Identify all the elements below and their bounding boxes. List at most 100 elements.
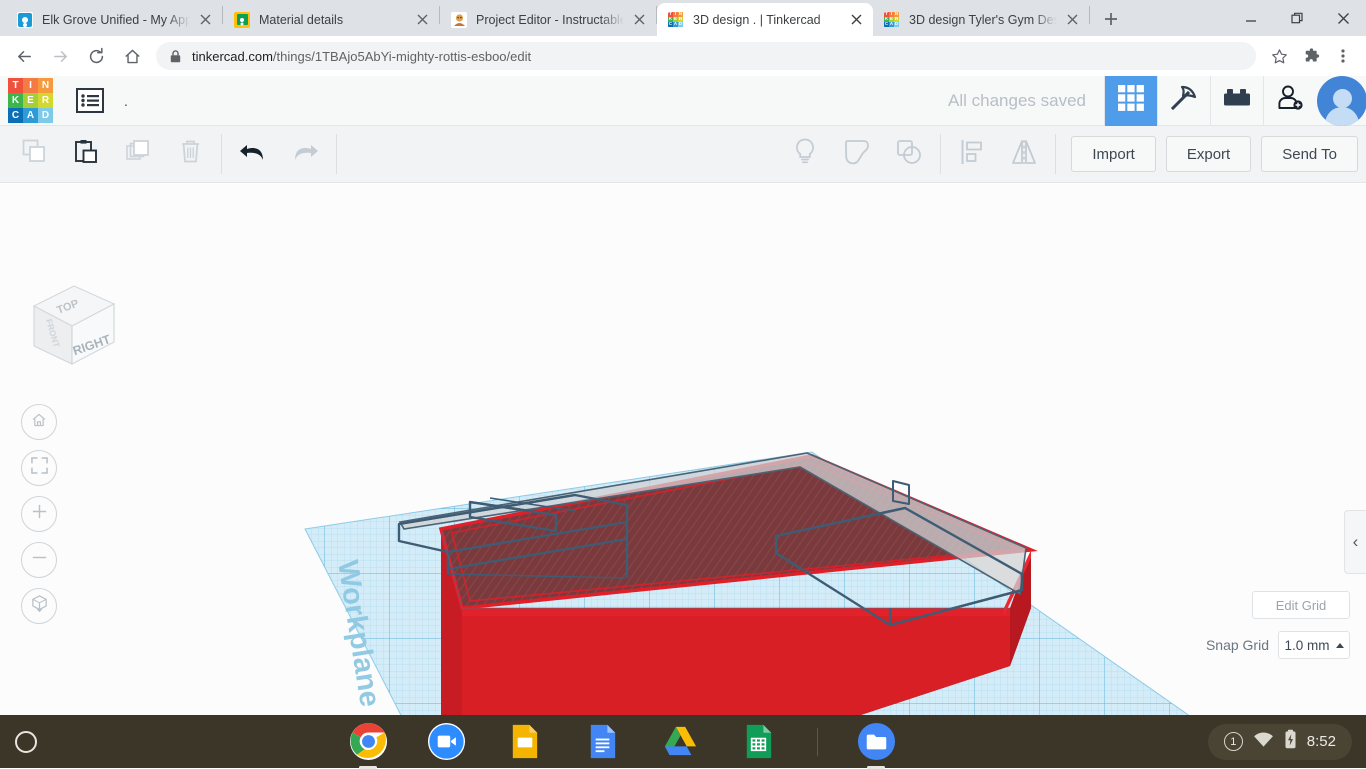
tab-close-button[interactable] [630,11,648,29]
browser-tab-4[interactable]: TIN KER CAD 3D design Tyler's Gym Desi [873,3,1089,36]
launcher-circle-icon[interactable] [15,730,37,753]
shapes-panel-toggle[interactable]: ‹ [1344,510,1366,574]
google-docs-app-icon[interactable] [583,722,622,761]
chrome-app-icon[interactable] [349,722,388,769]
window-controls [1228,0,1366,36]
browser-tab-1[interactable]: Material details [223,3,439,36]
cube-perspective-icon [30,594,49,618]
edit-grid-button[interactable]: Edit Grid [1252,591,1350,619]
paste-icon [74,139,99,169]
snap-grid-select[interactable]: 1.0 mm [1278,631,1350,659]
mirror-button[interactable] [998,132,1050,176]
tinkercad-logo[interactable]: T I N K E R C A D [8,78,53,123]
pickaxe-icon [1169,83,1199,118]
paste-button[interactable] [60,132,112,176]
user-avatar[interactable] [1316,76,1366,126]
tinkercad-app: T I N K E R C A D . All changes saved Im… [0,76,1366,715]
bricks-button[interactable] [1210,76,1263,126]
3d-editor-canvas[interactable]: Workplane TOP FRONT RIGHT Edit Grid Snap… [0,184,1366,715]
tinkercad-toolbar: Import Export Send To [0,126,1366,183]
align-button[interactable] [946,132,998,176]
battery-charging-icon[interactable] [1284,729,1297,754]
tab-close-button[interactable] [413,11,431,29]
tab-title: Project Editor - Instructables [476,12,624,27]
logo-letter: D [38,108,53,123]
import-button[interactable]: Import [1071,136,1156,172]
browser-tab-2[interactable]: Project Editor - Instructables [440,3,656,36]
notification-count-badge[interactable]: 1 [1223,732,1243,751]
new-tab-button[interactable] [1097,5,1125,33]
plus-icon [31,503,48,525]
google-drive-app-icon[interactable] [661,722,700,761]
three-dot-menu-icon[interactable] [1328,41,1358,71]
duplicate-button[interactable] [112,132,164,176]
zoom-out-button[interactable] [21,542,57,578]
star-icon[interactable] [1264,41,1294,71]
view-cube[interactable]: TOP FRONT RIGHT [22,276,122,371]
fit-view-button[interactable] [21,450,57,486]
chevron-left-icon: ‹ [1352,532,1359,551]
window-close-button[interactable] [1320,1,1366,35]
view-navigation-controls [21,404,57,634]
window-maximize-button[interactable] [1274,1,1320,35]
google-sheets-app-icon[interactable] [739,722,778,761]
logo-letter: N [38,78,53,93]
window-minimize-button[interactable] [1228,1,1274,35]
tinkercad-header: T I N K E R C A D . All changes saved [0,76,1366,126]
toolbar-divider [1055,134,1057,174]
puzzle-icon[interactable] [1296,41,1326,71]
group-button[interactable] [831,132,883,176]
google-slides-app-icon[interactable] [505,722,544,761]
undo-button[interactable] [227,132,279,176]
url-path: /things/1TBAjo5AbYi-mighty-rottis-esboo/… [272,48,532,64]
logo-letter: I [23,78,38,93]
chromeos-shelf: 1 8:52 [0,715,1366,769]
reload-icon[interactable] [80,40,112,72]
address-bar[interactable]: tinkercad.com/things/1TBAjo5AbYi-mighty-… [156,42,1256,70]
browser-tab-3[interactable]: TIN KER CAD 3D design . | Tinkercad [657,3,873,36]
align-icon [960,139,984,170]
tab-title: Material details [259,12,344,27]
copy-button[interactable] [8,132,60,176]
tab-close-button[interactable] [196,11,214,29]
toolbar-divider [221,134,222,174]
delete-button[interactable] [164,132,216,176]
tab-close-button[interactable] [847,11,865,29]
lego-brick-icon [1223,87,1251,114]
person-add-icon [1276,84,1304,117]
forward-icon [44,40,76,72]
export-button[interactable]: Export [1165,136,1252,172]
toolbar-divider [336,134,337,174]
home-icon[interactable] [116,40,148,72]
zoom-app-icon[interactable] [427,722,466,761]
lightbulb-icon [793,138,817,170]
clock[interactable]: 8:52 [1307,733,1336,750]
note-button[interactable] [779,132,831,176]
wifi-icon[interactable] [1253,731,1274,753]
3d-scene[interactable]: Workplane [0,184,1366,715]
back-icon[interactable] [8,40,40,72]
toolbar-divider [940,134,942,174]
save-status: All changes saved [948,90,1086,110]
logo-letter: A [23,108,38,123]
browser-actions [1262,41,1358,71]
blocks-grid-button[interactable] [1104,76,1157,126]
zoom-in-button[interactable] [21,496,57,532]
redo-button[interactable] [279,132,331,176]
send-to-button[interactable]: Send To [1261,136,1358,172]
project-name[interactable]: . [124,93,128,109]
browser-tab-0[interactable]: Elk Grove Unified - My Apps [6,3,222,36]
system-tray[interactable]: 1 8:52 [1207,723,1352,760]
perspective-toggle-button[interactable] [21,588,57,624]
logo-letter: E [23,93,38,108]
classroom-blue-icon [17,11,33,28]
home-icon [30,411,48,434]
files-app-icon[interactable] [857,722,896,769]
tab-close-button[interactable] [1063,11,1081,29]
ungroup-button[interactable] [883,132,935,176]
invite-people-button[interactable] [1263,76,1316,126]
home-view-button[interactable] [21,404,57,440]
codeblocks-button[interactable] [1157,76,1210,126]
minus-icon [31,549,48,571]
projects-list-icon[interactable] [76,88,104,113]
